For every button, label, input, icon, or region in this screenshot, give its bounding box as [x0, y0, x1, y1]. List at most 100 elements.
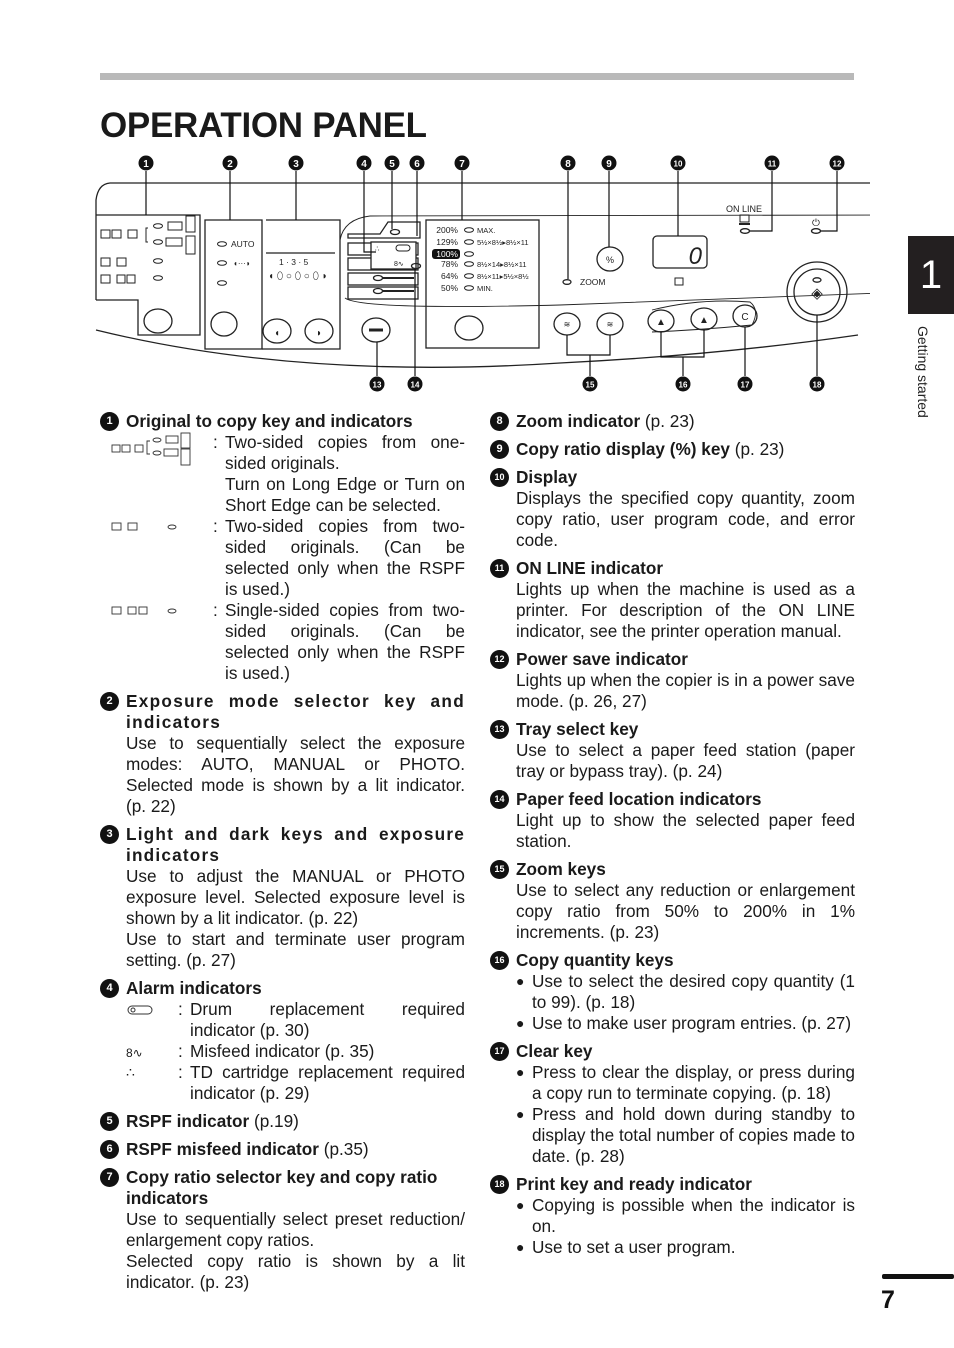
print-start-icon: ◈ [811, 285, 823, 302]
ratio-percent: 50% [441, 283, 458, 293]
description-column-right: 8 Zoom indicator (p. 23) 9 Copy ratio disp… [490, 411, 855, 1265]
exposure-auto-label: AUTO [231, 239, 255, 249]
mode-one-to-two: : Two-sided copies from one-sided origin… [100, 432, 465, 516]
item-5: 5 RSPF indicator (p.19) [100, 1111, 465, 1132]
item-number: 5 [100, 1112, 119, 1131]
item-number: 2 [100, 692, 119, 711]
callout-11: 11 [768, 160, 777, 169]
alarm-description: Drum replacement required indicator (p. … [190, 999, 465, 1040]
callout-10: 10 [674, 160, 683, 169]
bullet-item: ● Press and hold down during standby to d… [516, 1104, 855, 1166]
callout-18: 18 [813, 381, 822, 390]
item-number: 7 [100, 1168, 119, 1187]
alarm-description: Misfeed indicator (p. 35) [190, 1041, 375, 1061]
callout-9: 9 [606, 159, 612, 170]
item-body: Lights up when the machine is used as a … [516, 579, 855, 641]
exposure-scale-label: 1 · 3 · 5 [279, 257, 309, 267]
mode-description: Single-sided copies from two-sided origi… [225, 600, 465, 683]
item-number: 6 [100, 1140, 119, 1159]
item-number: 4 [100, 979, 119, 998]
online-label: ON LINE [726, 204, 762, 214]
alarm-drum: : Drum replacement required indicator (p… [126, 999, 465, 1041]
power-icon: ⏻ [812, 218, 820, 229]
item-2: 2 Exposure mode selector key and indicato… [100, 691, 465, 817]
dark-key-icon: ◗ [316, 328, 322, 339]
item-16: 16 Copy quantity keys ● Use to select the … [490, 950, 855, 1034]
item-9: 9 Copy ratio display (%) key (p. 23) [490, 439, 855, 460]
callout-14: 14 [411, 381, 420, 390]
item-number: 15 [490, 860, 509, 879]
item-title: Exposure mode selector key and indicator… [126, 691, 465, 732]
item-title: Zoom keys [516, 859, 606, 879]
item-title: Clear key [516, 1041, 593, 1061]
bullet-item: ● Use to set a user program. [516, 1237, 736, 1257]
item-title: Zoom indicator [516, 411, 641, 431]
page-title: OPERATION PANEL [100, 106, 427, 145]
item-title: Copy ratio display (%) key [516, 439, 730, 459]
item-body: Lights up when the copier is in a power … [516, 670, 855, 711]
callout-12: 12 [833, 160, 842, 169]
item-number: 18 [490, 1175, 509, 1194]
page-number: 7 [881, 1286, 895, 1314]
ratio-percent-selected: 100% [436, 249, 458, 259]
zoom-up-icon: ≋ [607, 320, 614, 329]
page-number-rule [882, 1274, 954, 1279]
qty-up-icon: ▲ [656, 317, 666, 328]
computer-icon [739, 223, 750, 225]
drum-icon [126, 999, 178, 1020]
toner-icon: ∴ [126, 1064, 135, 1080]
bullet-item: ● Copying is possible when the indicator … [516, 1195, 855, 1236]
item-11: 11 ON LINE indicator Lights up when the m… [490, 558, 855, 642]
top-rule [100, 73, 854, 80]
ratio-percent: 64% [441, 271, 458, 281]
item-title: Light and dark keys and exposure indicat… [126, 824, 465, 865]
item-body: Use to sequentially select preset reduct… [126, 1209, 465, 1250]
item-7: 7 Copy ratio selector key and copy ratio … [100, 1167, 465, 1293]
item-3: 3 Light and dark keys and exposure indica… [100, 824, 465, 971]
item-18: 18 Print key and ready indicator ● Copying… [490, 1174, 855, 1258]
ratio-percent: 200% [436, 225, 458, 235]
bullet-text: Press and hold down during standby to di… [532, 1104, 855, 1166]
ratio-label: MIN. [477, 284, 493, 293]
page-ref: (p.19) [253, 1111, 299, 1131]
ratio-label: 5½×8½▸8½×11 [477, 238, 529, 247]
item-10: 10 Display Displays the specified copy qu… [490, 467, 855, 551]
callout-17: 17 [741, 381, 750, 390]
callout-16: 16 [679, 381, 688, 390]
callout-13: 13 [373, 381, 382, 390]
item-body: Displays the specified copy quantity, zo… [516, 488, 855, 550]
item-number: 17 [490, 1042, 509, 1061]
item-title: Display [516, 467, 578, 487]
item-title: Tray select key [516, 719, 639, 739]
zoom-label: ZOOM [580, 277, 606, 287]
qty-up-icon: ▲ [699, 315, 709, 326]
ratio-percent: 78% [441, 259, 458, 269]
item-title: Paper feed location indicators [516, 789, 762, 809]
bullet-item: ● Use to make user program entries. (p. 2… [516, 1013, 852, 1033]
callout-15: 15 [586, 381, 595, 390]
item-number: 11 [490, 559, 509, 578]
item-8: 8 Zoom indicator (p. 23) [490, 411, 855, 432]
ratio-label: 8½×11▸5½×8½ [477, 272, 529, 281]
mode-two-to-two: : Two-sided copies from two-sided origin… [100, 516, 465, 600]
item-4: 4 Alarm indicators : Drum replacement req… [100, 978, 465, 1104]
item-title: Copy quantity keys [516, 950, 674, 970]
item-body: Use to select any reduction or enlargeme… [516, 880, 855, 942]
item-body: Light up to show the selected paper feed… [516, 810, 855, 851]
callout-1: 1 [143, 159, 149, 170]
mode-description: Turn on Long Edge or Turn on Short Edge … [225, 474, 465, 515]
zoom-down-icon: ≋ [564, 320, 571, 329]
item-number: 13 [490, 720, 509, 739]
bullet-text: Press to clear the display, or press dur… [532, 1062, 855, 1103]
ratio-percent: 129% [436, 237, 458, 247]
misfeed-icon: 8∿ [126, 1046, 143, 1060]
item-title: ON LINE indicator [516, 558, 664, 578]
item-14: 14 Paper feed location indicators Light u… [490, 789, 855, 852]
alarm-description: TD cartridge replacement required indica… [190, 1062, 465, 1103]
description-column-left: 1 Original to copy key and indicators : T… [100, 411, 465, 1300]
bullet-text: Use to make user program entries. (p. 27… [532, 1013, 852, 1033]
item-13: 13 Tray select key Use to select a paper … [490, 719, 855, 782]
item-title: RSPF misfeed indicator [126, 1139, 319, 1159]
item-body: Use to select a paper feed station (pape… [516, 740, 855, 781]
callout-6: 6 [414, 159, 420, 170]
